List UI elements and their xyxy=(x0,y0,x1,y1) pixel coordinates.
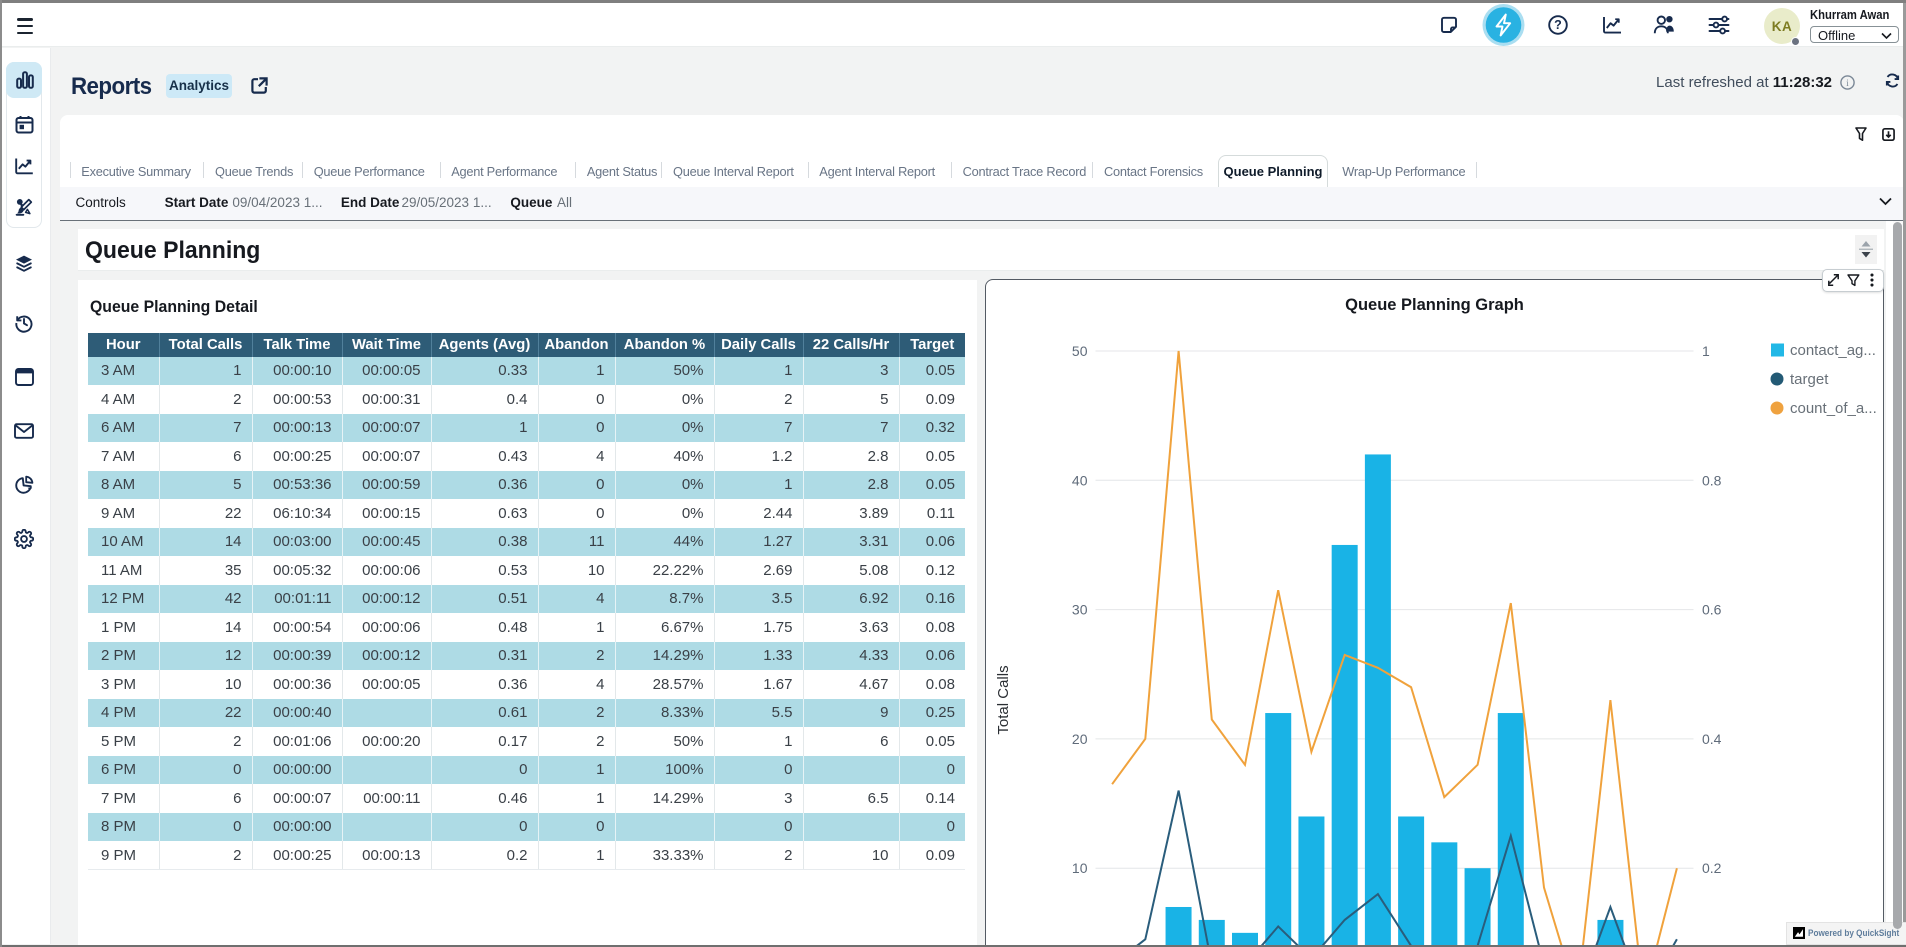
svg-text:Total Calls: Total Calls xyxy=(995,665,1012,734)
svg-text:30: 30 xyxy=(1072,601,1088,617)
svg-text:count_of_a...: count_of_a... xyxy=(1790,400,1877,417)
svg-text:0.2: 0.2 xyxy=(1702,860,1722,876)
svg-text:0.6: 0.6 xyxy=(1702,601,1722,617)
svg-text:?: ? xyxy=(1554,18,1562,32)
svg-text:1: 1 xyxy=(1702,343,1710,359)
svg-text:i: i xyxy=(1846,78,1849,88)
svg-text:target: target xyxy=(1790,371,1829,388)
svg-text:40: 40 xyxy=(1072,472,1088,488)
svg-text:10: 10 xyxy=(1072,860,1088,876)
svg-text:0.4: 0.4 xyxy=(1702,730,1722,746)
svg-text:0.8: 0.8 xyxy=(1702,472,1722,488)
svg-text:contact_ag...: contact_ag... xyxy=(1790,342,1876,359)
svg-text:50: 50 xyxy=(1072,343,1088,359)
svg-text:20: 20 xyxy=(1072,730,1088,746)
